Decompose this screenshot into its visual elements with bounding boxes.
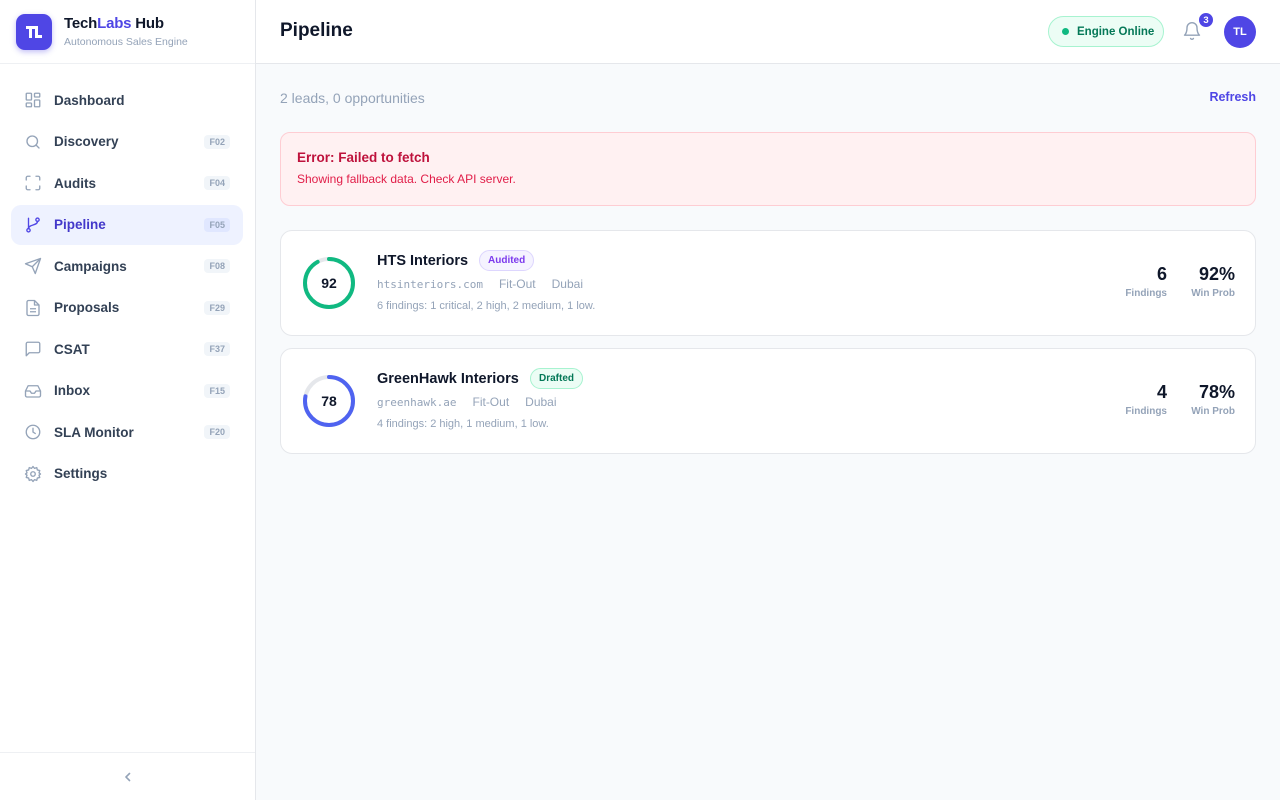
- findings-count: 4: [1156, 382, 1167, 402]
- clock-icon: [23, 422, 43, 442]
- sidebar-item-discovery[interactable]: Discovery F02: [11, 122, 243, 162]
- lead-city: Dubai: [551, 277, 583, 291]
- sidebar-item-label: Campaigns: [54, 258, 127, 274]
- chevron-left-icon[interactable]: [122, 771, 134, 783]
- sidebar-item-label: CSAT: [54, 341, 90, 357]
- sidebar-item-settings[interactable]: Settings: [11, 454, 243, 494]
- sidebar-item-csat[interactable]: CSAT F37: [11, 329, 243, 369]
- notification-count-badge: 3: [1198, 12, 1214, 28]
- inbox-icon: [23, 381, 43, 401]
- win-prob-stat: 92% Win Prob: [1191, 263, 1235, 299]
- sidebar-item-label: SLA Monitor: [54, 424, 134, 440]
- sidebar-item-label: Dashboard: [54, 92, 125, 108]
- score-ring: 78: [301, 373, 357, 429]
- error-alert: Error: Failed to fetch Showing fallback …: [280, 132, 1256, 206]
- sidebar-item-label: Discovery: [54, 134, 119, 149]
- error-title: Error: Failed to fetch: [297, 150, 430, 165]
- win-prob-label: Win Prob: [1191, 406, 1235, 417]
- sidebar-footer: [0, 752, 255, 800]
- sidebar-item-label: Settings: [54, 466, 108, 481]
- status-text: Engine Online: [1077, 25, 1155, 38]
- sidebar: TechLabs Hub Autonomous Sales Engine Das…: [0, 0, 256, 800]
- shortcut-badge: F08: [204, 259, 230, 273]
- sidebar-item-label: Proposals: [54, 300, 120, 315]
- findings-summary: 6 findings: 1 critical, 2 high, 2 medium…: [377, 300, 596, 312]
- win-prob-label: Win Prob: [1191, 288, 1235, 299]
- status-badge: Drafted: [530, 368, 584, 389]
- shortcut-badge: F15: [204, 383, 230, 398]
- engine-status-badge: Engine Online: [1048, 16, 1164, 47]
- findings-summary: 4 findings: 2 high, 1 medium, 1 low.: [377, 418, 549, 430]
- gear-icon: [23, 464, 43, 484]
- score-value: 78: [321, 393, 337, 409]
- brand-subtitle: Autonomous Sales Engine: [64, 36, 188, 48]
- score-ring: 92: [301, 255, 357, 311]
- avatar[interactable]: TL: [1224, 16, 1256, 48]
- score-value: 92: [321, 275, 337, 291]
- lead-sector: Fit-Out: [498, 277, 536, 291]
- refresh-button[interactable]: Refresh: [1209, 90, 1256, 104]
- shortcut-badge: F20: [204, 425, 230, 439]
- logo[interactable]: [16, 13, 52, 50]
- win-prob-value: 92%: [1198, 264, 1235, 284]
- top-header: Pipeline Engine Online 3 TL: [256, 0, 1280, 64]
- page-title: Pipeline: [280, 20, 353, 41]
- findings-stat: 4 Findings: [1125, 381, 1167, 417]
- status-dot: [1062, 28, 1069, 35]
- shortcut-badge: F05: [204, 217, 230, 232]
- lead-domain[interactable]: htsinteriors.com: [377, 278, 483, 291]
- findings-label: Findings: [1125, 406, 1167, 417]
- scan-icon: [23, 173, 43, 193]
- sidebar-item-dashboard[interactable]: Dashboard: [11, 80, 243, 120]
- sidebar-item-label: Audits: [54, 175, 96, 191]
- sidebar-nav: Dashboard Discovery F02 Audits F04 Pipel…: [0, 64, 255, 494]
- lead-domain[interactable]: greenhawk.ae: [377, 396, 456, 409]
- lead-meta: htsinteriors.com Fit-Out Dubai: [377, 277, 583, 291]
- main-content: 2 leads, 0 opportunities Refresh Error: …: [256, 64, 1280, 800]
- sidebar-item-audits[interactable]: Audits F04: [11, 163, 243, 203]
- sidebar-item-proposals[interactable]: Proposals F29: [11, 288, 243, 328]
- lead-card[interactable]: 92 HTS Interiors Audited htsinteriors.co…: [280, 230, 1256, 336]
- lead-name[interactable]: HTS Interiors: [377, 253, 468, 269]
- send-icon: [23, 256, 43, 276]
- search-icon: [23, 132, 43, 152]
- lead-meta: greenhawk.ae Fit-Out Dubai: [377, 395, 557, 409]
- lead-sector: Fit-Out: [472, 395, 510, 409]
- file-text-icon: [23, 298, 43, 318]
- error-message: Showing fallback data. Check API server.: [297, 172, 516, 186]
- win-prob-value: 78%: [1198, 382, 1235, 402]
- message-square-icon: [23, 339, 43, 359]
- sidebar-item-sla-monitor[interactable]: SLA Monitor F20: [11, 412, 243, 452]
- brand-title: TechLabs Hub: [64, 15, 164, 32]
- shortcut-badge: F37: [204, 342, 230, 356]
- shortcut-badge: F02: [204, 134, 230, 149]
- sidebar-item-inbox[interactable]: Inbox F15: [11, 371, 243, 411]
- lead-city: Dubai: [525, 395, 557, 409]
- sidebar-item-label: Pipeline: [54, 217, 106, 232]
- lead-card[interactable]: 78 GreenHawk Interiors Drafted greenhawk…: [280, 348, 1256, 454]
- shortcut-badge: F29: [204, 300, 230, 315]
- findings-label: Findings: [1125, 288, 1167, 299]
- pipeline-summary: 2 leads, 0 opportunities: [280, 90, 425, 106]
- lead-name[interactable]: GreenHawk Interiors: [377, 371, 519, 387]
- brand: TechLabs Hub Autonomous Sales Engine: [0, 0, 255, 64]
- findings-count: 6: [1156, 264, 1167, 284]
- win-prob-stat: 78% Win Prob: [1191, 381, 1235, 417]
- sidebar-item-label: Inbox: [54, 383, 90, 398]
- findings-stat: 6 Findings: [1125, 263, 1167, 299]
- sidebar-item-campaigns[interactable]: Campaigns F08: [11, 246, 243, 286]
- logo-icon: [26, 25, 42, 38]
- shortcut-badge: F04: [204, 176, 230, 190]
- sidebar-item-pipeline[interactable]: Pipeline F05: [11, 204, 243, 245]
- dashboard-icon: [23, 90, 43, 110]
- status-badge: Audited: [479, 250, 535, 271]
- git-branch-icon: [23, 215, 43, 235]
